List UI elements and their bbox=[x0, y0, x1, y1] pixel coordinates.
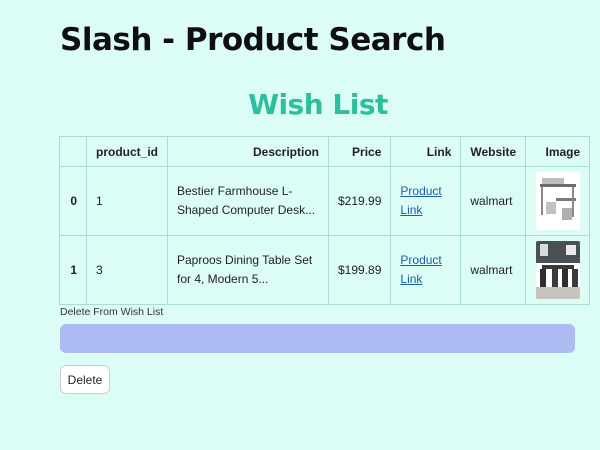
website-cell: walmart bbox=[460, 235, 527, 305]
column-header-index bbox=[59, 136, 87, 167]
table-row: 0 1 Bestier Farmhouse L-Shaped Computer … bbox=[59, 166, 591, 236]
website-cell: walmart bbox=[460, 166, 527, 236]
description-cell: Paproos Dining Table Set for 4, Modern 5… bbox=[167, 235, 329, 305]
product-id-cell: 3 bbox=[86, 235, 168, 305]
column-header-description: Description bbox=[167, 136, 329, 167]
column-header-product-id: product_id bbox=[86, 136, 168, 167]
price-cell: $199.89 bbox=[327, 235, 392, 305]
column-header-website: Website bbox=[460, 136, 527, 167]
description-cell: Bestier Farmhouse L-Shaped Computer Desk… bbox=[167, 166, 329, 236]
wishlist-title: Wish List bbox=[248, 88, 388, 121]
price-cell: $219.99 bbox=[327, 166, 392, 236]
image-cell bbox=[525, 166, 591, 236]
dining-set-product-thumbnail bbox=[535, 241, 580, 299]
delete-select-label: Delete From Wish List bbox=[60, 306, 164, 318]
product-id-cell: 1 bbox=[86, 166, 168, 236]
delete-product-select[interactable] bbox=[60, 324, 575, 353]
table-row: 1 3 Paproos Dining Table Set for 4, Mode… bbox=[59, 235, 591, 305]
link-cell: Product Link bbox=[390, 235, 462, 305]
row-index: 0 bbox=[59, 166, 87, 236]
column-header-image: Image bbox=[525, 136, 591, 167]
image-cell bbox=[525, 235, 591, 305]
row-index: 1 bbox=[59, 235, 87, 305]
link-cell: Product Link bbox=[390, 166, 462, 236]
delete-button[interactable]: Delete bbox=[60, 365, 110, 394]
table-header-row: product_id Description Price Link Websit… bbox=[59, 136, 591, 167]
column-header-price: Price bbox=[327, 136, 392, 167]
product-link[interactable]: Product Link bbox=[400, 184, 441, 217]
wishlist-table: product_id Description Price Link Websit… bbox=[59, 136, 591, 305]
desk-product-thumbnail bbox=[535, 172, 580, 230]
app-title: Slash - Product Search bbox=[60, 22, 446, 58]
column-header-link: Link bbox=[390, 136, 462, 167]
product-link[interactable]: Product Link bbox=[400, 253, 441, 286]
